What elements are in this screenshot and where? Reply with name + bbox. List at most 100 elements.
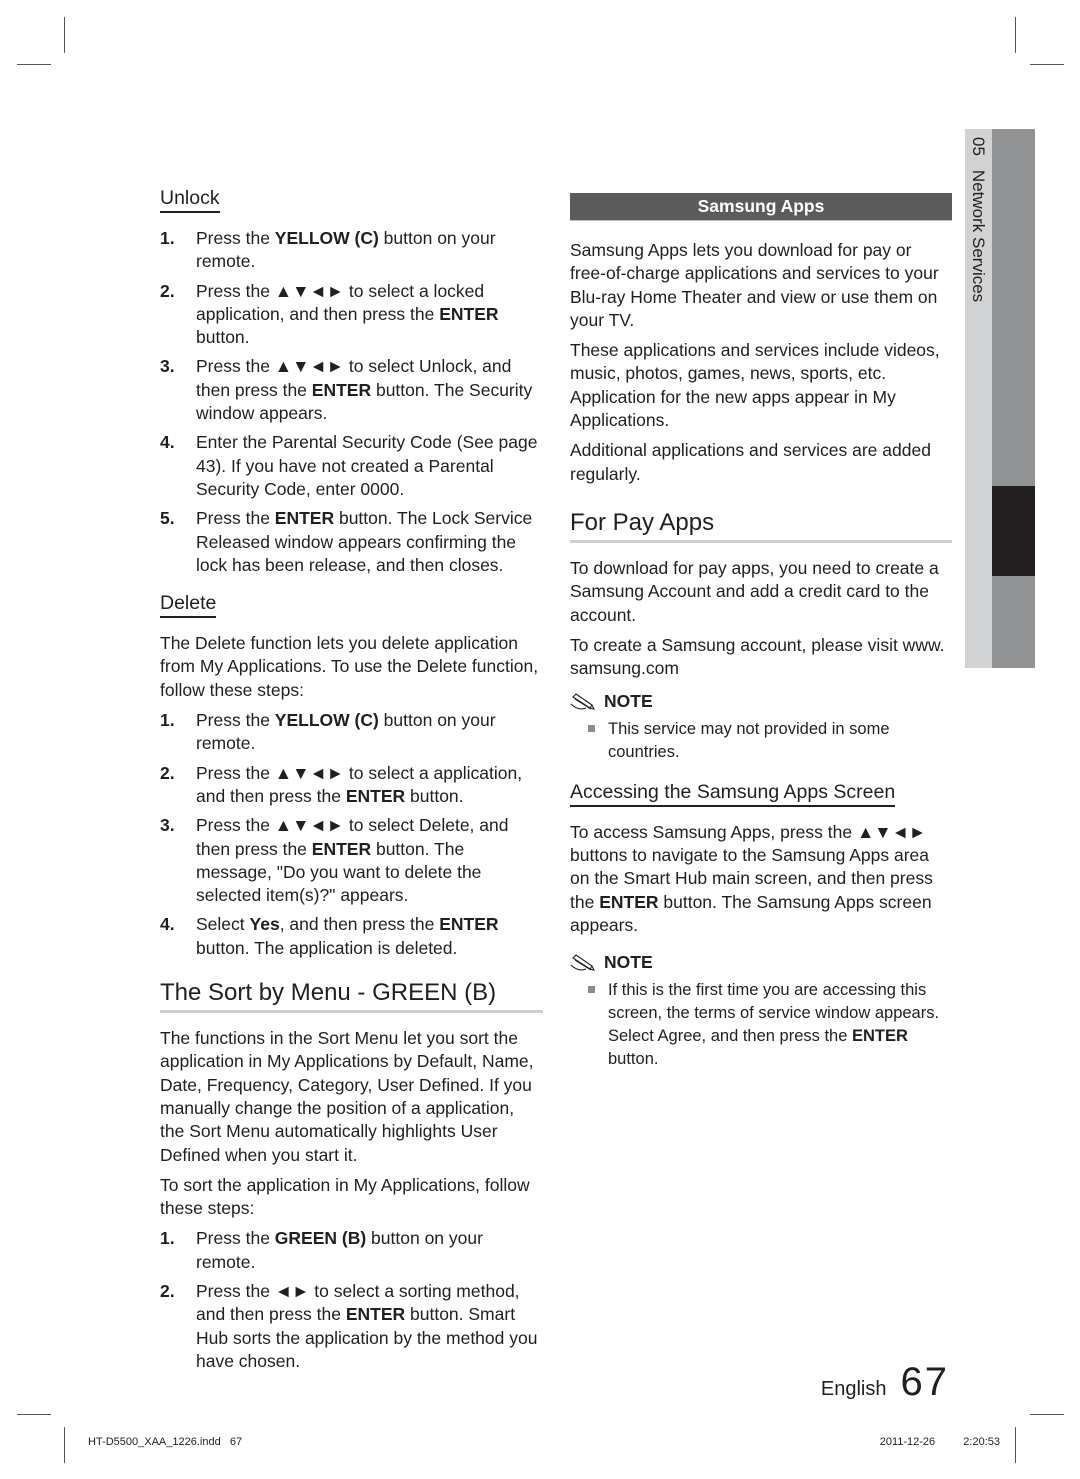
step-text: Enter the Parental Security Code (See pa… [196, 432, 538, 499]
right-column: Samsung Apps Samsung Apps lets you downl… [570, 193, 952, 1085]
note-label: NOTE [604, 952, 653, 973]
step-number: 5. [160, 508, 175, 529]
step-item: 1. Press the GREEN (B) button on your rem… [160, 1227, 543, 1274]
pencil-note-icon [570, 693, 596, 710]
slug-file: HT-D5500_XAA_1226.indd 67 [88, 1436, 242, 1448]
delete-heading: Delete [160, 591, 217, 619]
step-number: 1. [160, 710, 175, 731]
chapter-tab: 05 Network Services [965, 129, 1035, 668]
step-number: 2. [160, 762, 175, 783]
crop-mark [1015, 17, 1016, 53]
chapter-tab-bar [992, 129, 1035, 668]
page-number: 67 [900, 1360, 949, 1404]
emphasis: ENTER [439, 914, 499, 935]
step-number: 3. [160, 815, 175, 836]
unlock-heading: Unlock [160, 186, 220, 213]
step-text: Press the ENTER button. The Lock Service… [196, 508, 533, 575]
emphasis: ENTER [345, 785, 406, 806]
chapter-tab-active-marker [992, 486, 1035, 576]
slug-file-text: HT-D5500_XAA_1226.indd 67 [88, 1436, 243, 1448]
page-footer: English 67 [821, 1360, 949, 1405]
step-item: 5. Press the ENTER button. The Lock Servi… [160, 507, 543, 577]
emphasis: YELLOW (C) [274, 228, 379, 248]
crop-mark [1030, 1414, 1064, 1415]
bullet-square-icon [588, 985, 595, 993]
samsung-apps-intro-2: These applications and services include … [570, 340, 940, 431]
step-text: Press the ▲▼◄► to select Delete, and the… [196, 815, 509, 906]
for-pay-para-2: To create a Samsung account, please visi… [570, 634, 945, 679]
step-number: 2. [160, 1280, 175, 1301]
step-text: Press the ▲▼◄► to select a locked applic… [196, 280, 499, 348]
step-item: 2. Press the ▲▼◄► to select a application… [160, 762, 543, 809]
step-item: 1. Press the YELLOW (C) button on your re… [160, 227, 543, 274]
crop-mark [17, 1414, 51, 1415]
emphasis: ENTER [852, 1026, 908, 1045]
emphasis: ENTER [274, 508, 335, 529]
step-item: 1. Press the YELLOW (C) button on your re… [160, 709, 543, 756]
emphasis: ENTER [311, 379, 372, 400]
step-number: 2. [160, 280, 175, 301]
note-heading: NOTE [570, 951, 952, 974]
step-text: Press the ▲▼◄► to select Unlock, and the… [196, 356, 533, 424]
slug-time: 2:20:53 [963, 1436, 1000, 1448]
delete-intro: The Delete function lets you delete appl… [160, 633, 539, 700]
note-heading: NOTE [570, 690, 952, 713]
accessing-para: To access Samsung Apps, press the ▲▼◄► b… [570, 821, 933, 935]
sort-heading: The Sort by Menu - GREEN (B) [160, 978, 543, 1014]
step-item: 3. Press the ▲▼◄► to select Unlock, and t… [160, 355, 543, 425]
step-text: Select Yes, and then press the ENTER but… [196, 914, 499, 958]
step-text: Press the ◄► to select a sorting method,… [196, 1280, 538, 1371]
emphasis: YELLOW (C) [274, 710, 379, 731]
delete-steps: 1. Press the YELLOW (C) button on your re… [160, 709, 543, 960]
step-text: Press the YELLOW (C) button on your remo… [196, 710, 496, 754]
crop-mark [1015, 1427, 1016, 1463]
crop-mark [64, 17, 65, 53]
unlock-steps: 1. Press the YELLOW (C) button on your re… [160, 227, 543, 577]
emphasis: ENTER [599, 891, 659, 912]
slug-date: 2011-12-26 [879, 1436, 936, 1448]
note-item: If this is the first time you are access… [570, 979, 952, 1071]
sort-steps: 1. Press the GREEN (B) button on your rem… [160, 1227, 543, 1373]
step-number: 3. [160, 356, 175, 377]
sort-para-2: To sort the application in My Applicatio… [160, 1174, 530, 1219]
chapter-number: 05 [969, 137, 988, 156]
emphasis: ENTER [345, 1304, 406, 1325]
crop-mark [1030, 64, 1064, 65]
step-number: 1. [160, 1228, 175, 1249]
crop-mark [64, 1427, 65, 1463]
step-item: 4. Select Yes, and then press the ENTER b… [160, 913, 543, 960]
step-text: Press the GREEN (B) button on your remot… [196, 1228, 483, 1272]
emphasis: GREEN (B) [274, 1228, 367, 1249]
for-pay-para-1: To download for pay apps, you need to cr… [570, 557, 939, 625]
accessing-heading: Accessing the Samsung Apps Screen [570, 780, 896, 807]
emphasis: ENTER [311, 838, 372, 859]
note-item: This service may not provided in some co… [570, 718, 952, 764]
step-item: 2. Press the ▲▼◄► to select a locked appl… [160, 280, 543, 350]
emphasis: ENTER [439, 303, 499, 324]
step-item: 3. Press the ▲▼◄► to select Delete, and t… [160, 814, 543, 907]
pencil-note-icon [570, 954, 596, 971]
sort-para-1: The functions in the Sort Menu let you s… [160, 1028, 534, 1165]
chapter-title: Network Services [969, 169, 988, 303]
step-number: 1. [160, 228, 175, 248]
chapter-tab-label: 05 Network Services [968, 137, 988, 302]
step-text: Press the ▲▼◄► to select a application, … [196, 762, 523, 806]
step-number: 4. [160, 914, 175, 935]
samsung-apps-band: Samsung Apps [570, 193, 952, 221]
note-label: NOTE [604, 691, 653, 712]
footer-language: English [820, 1378, 887, 1400]
step-text: Press the YELLOW (C) button on your remo… [196, 228, 496, 272]
left-column: Unlock 1. Press the YELLOW (C) button on … [160, 186, 543, 1385]
emphasis: Yes [249, 914, 280, 935]
for-pay-apps-heading: For Pay Apps [570, 508, 952, 543]
bullet-square-icon [588, 724, 595, 732]
samsung-apps-intro-1: Samsung Apps lets you download for pay o… [570, 240, 939, 330]
step-item: 4. Enter the Parental Security Code (See … [160, 431, 543, 501]
step-number: 4. [160, 432, 175, 453]
slug-timestamp: 2011-12-26 2:20:53 [880, 1436, 1000, 1448]
crop-mark [17, 64, 51, 65]
samsung-apps-intro-3: Additional applications and services are… [570, 440, 931, 484]
note-text: This service may not provided in some co… [608, 719, 890, 761]
step-item: 2. Press the ◄► to select a sorting metho… [160, 1280, 543, 1373]
note-text: If this is the first time you are access… [608, 980, 940, 1068]
